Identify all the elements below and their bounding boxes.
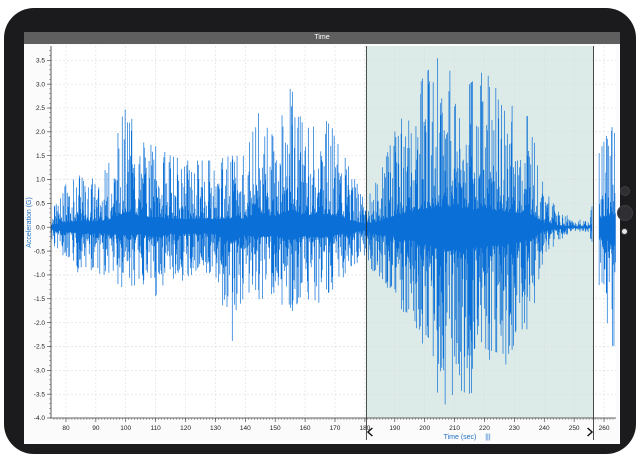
x-tick-label: 90	[92, 425, 100, 432]
y-tick-label: -1.0	[34, 272, 46, 279]
x-tick-label: 80	[62, 425, 70, 432]
y-tick-label: 3.5	[36, 58, 45, 65]
y-tick-label: 2.5	[36, 105, 45, 112]
x-tick-label: 190	[389, 425, 400, 432]
x-tick-label: 110	[150, 425, 161, 432]
x-tick-label: 220	[479, 425, 490, 432]
x-axis-title: Time (sec)	[444, 434, 477, 441]
tablet-frame: Time 80 90 100 110 120 130 140 150 160 170 180 190 2…	[4, 8, 636, 454]
x-tick-label: 200	[419, 425, 430, 432]
x-tick-label: 160	[300, 425, 311, 432]
selection-marker: |||	[485, 434, 491, 441]
y-axis-title: Acceleration (G)	[26, 197, 33, 248]
home-button[interactable]	[617, 205, 633, 221]
y-tick-label: -4.0	[34, 415, 46, 422]
y-tick-label: 2.0	[36, 129, 45, 136]
x-tick-label: 250	[569, 425, 580, 432]
chart-title-bar: Time	[24, 32, 620, 44]
x-tick-label: 260	[599, 425, 610, 432]
y-tick-label: 0.0	[36, 224, 45, 231]
selection-right-handle[interactable]	[587, 427, 594, 437]
y-tick-label: 1.0	[36, 177, 45, 184]
y-tick-label: -3.0	[34, 368, 46, 375]
x-tick-label: 100	[120, 425, 131, 432]
camera-icon	[620, 186, 630, 196]
y-tick-label: 1.5	[36, 153, 45, 160]
x-tick-label: 120	[180, 425, 191, 432]
time-chart[interactable]: 80 90 100 110 120 130 140 150 160 170 180 190 200 210…	[24, 44, 620, 444]
sensor-icon	[621, 228, 628, 235]
x-tick-label: 130	[210, 425, 221, 432]
chart-screen: Time 80 90 100 110 120 130 140 150 160 170 180 190 2…	[24, 32, 620, 444]
x-tick-label: 170	[330, 425, 341, 432]
y-tick-label: 3.0	[36, 81, 45, 88]
y-tick-label: -3.5	[34, 391, 46, 398]
x-tick-label: 150	[270, 425, 281, 432]
y-tick-label: -2.0	[34, 320, 46, 327]
x-tick-label: 230	[509, 425, 520, 432]
x-tick-label: 240	[539, 425, 550, 432]
x-tick-label: 210	[449, 425, 460, 432]
y-tick-label: 0.5	[36, 201, 45, 208]
x-tick-label: 140	[240, 425, 251, 432]
y-tick-label: -2.5	[34, 344, 46, 351]
y-tick-label: -0.5	[34, 248, 46, 255]
y-tick-label: -1.5	[34, 296, 46, 303]
